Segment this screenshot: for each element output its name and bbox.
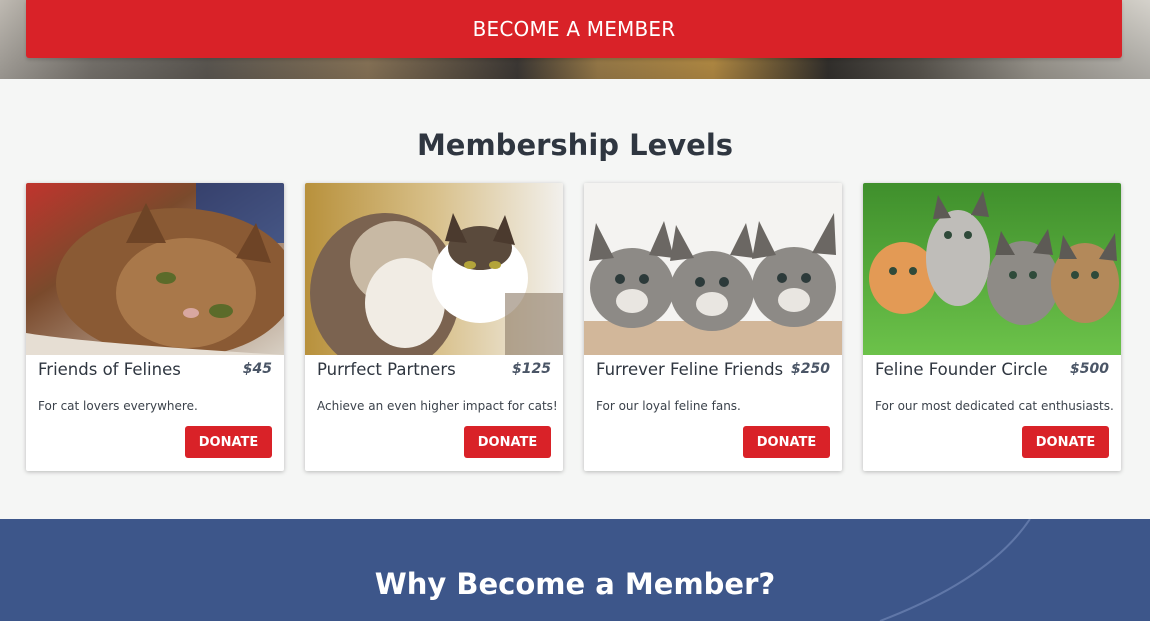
card-price: $125 — [512, 361, 551, 377]
card-title: Furrever Feline Friends — [596, 360, 784, 379]
membership-card-friends-of-felines: Friends of Felines $45 For cat lovers ev… — [26, 183, 284, 471]
become-member-button[interactable]: BECOME A MEMBER — [26, 0, 1122, 58]
donate-button[interactable]: DONATE — [743, 426, 830, 458]
card-title: Friends of Felines — [38, 360, 181, 379]
two-cats-cuddling-photo — [305, 183, 563, 355]
membership-levels-heading: Membership Levels — [416, 128, 734, 162]
why-become-member-heading: Why Become a Member? — [374, 567, 776, 601]
card-description: For our loyal feline fans. — [596, 399, 741, 413]
card-description: For our most dedicated cat enthusiasts. — [875, 399, 1114, 413]
card-description: Achieve an even higher impact for cats! — [317, 399, 558, 413]
donate-button[interactable]: DONATE — [1022, 426, 1109, 458]
membership-card-feline-founder-circle: Feline Founder Circle $500 For our most … — [863, 183, 1121, 471]
why-become-member-section: Why Become a Member? — [0, 519, 1150, 621]
card-title: Feline Founder Circle — [875, 360, 1048, 379]
kittens-on-grass-photo — [863, 183, 1121, 355]
donate-button[interactable]: DONATE — [185, 426, 272, 458]
card-title: Purrfect Partners — [317, 360, 456, 379]
card-price: $45 — [242, 361, 272, 377]
card-price: $500 — [1070, 361, 1109, 377]
tabby-cat-lying-photo — [26, 183, 284, 355]
donate-button[interactable]: DONATE — [464, 426, 551, 458]
three-tabby-kittens-photo — [584, 183, 842, 355]
card-description: For cat lovers everywhere. — [38, 399, 198, 413]
membership-card-purrfect-partners: Purrfect Partners $125 Achieve an even h… — [305, 183, 563, 471]
card-price: $250 — [791, 361, 830, 377]
membership-card-furrever-feline-friends: Furrever Feline Friends $250 For our loy… — [584, 183, 842, 471]
